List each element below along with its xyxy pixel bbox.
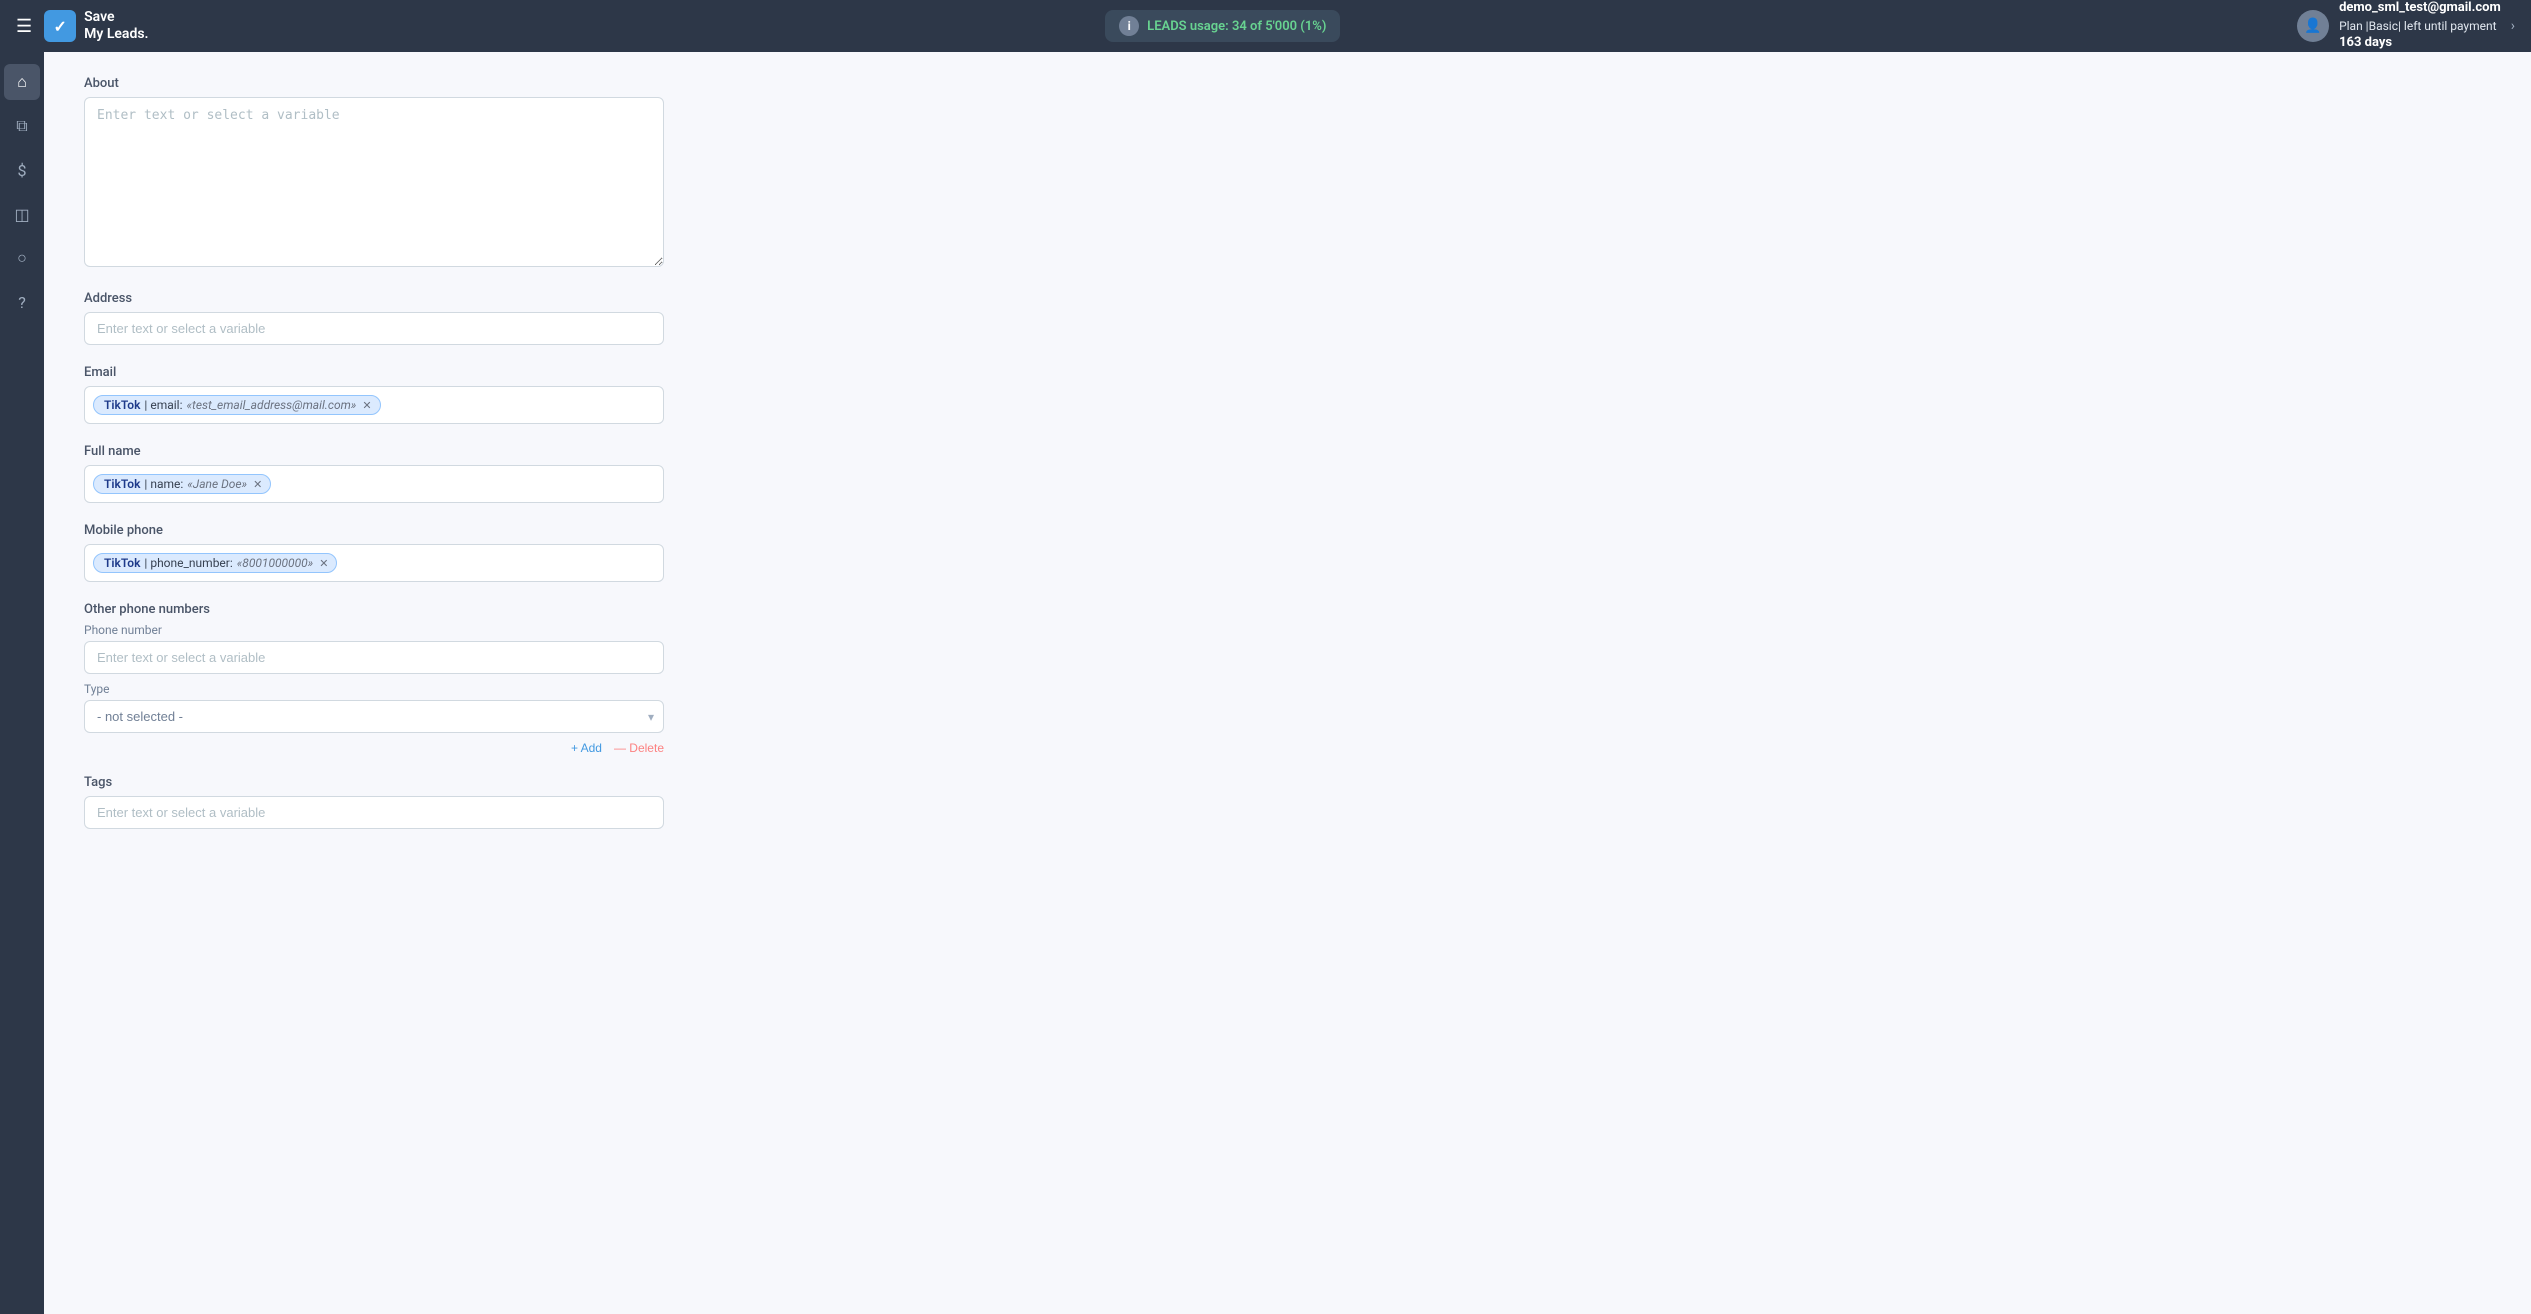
- about-input[interactable]: [84, 97, 664, 267]
- add-button[interactable]: + Add: [571, 741, 602, 755]
- mobilephone-tag-input[interactable]: TikTok | phone_number: «8001000000» ✕: [84, 544, 664, 582]
- address-input[interactable]: [84, 312, 664, 345]
- fullname-label: Full name: [84, 444, 904, 459]
- leads-usage-text: LEADS usage: 34 of 5'000 (1%): [1147, 19, 1326, 34]
- phone-group: Phone number: [84, 623, 904, 674]
- address-label: Address: [84, 291, 904, 306]
- address-section: Address: [84, 291, 904, 345]
- action-row: + Add — Delete: [84, 741, 664, 755]
- phone-number-sublabel: Phone number: [84, 623, 904, 637]
- header-left: ☰ ✓ Save My Leads.: [16, 9, 149, 43]
- type-select-container: - not selected - Mobile Home Work Other …: [84, 700, 664, 733]
- main-layout: ⌂ ⧉ $ ◫ ○ ? About Address Email: [0, 52, 2531, 1314]
- other-phones-label: Other phone numbers: [84, 602, 904, 617]
- fullname-tag-remove[interactable]: ✕: [253, 478, 262, 491]
- sidebar-item-templates[interactable]: ◫: [4, 196, 40, 232]
- fullname-tag-input[interactable]: TikTok | name: «Jane Doe» ✕: [84, 465, 664, 503]
- tags-input[interactable]: [84, 796, 664, 829]
- logo-check-icon: ✓: [44, 10, 76, 42]
- fullname-tag-chip: TikTok | name: «Jane Doe» ✕: [93, 474, 271, 494]
- mobilephone-tag-remove[interactable]: ✕: [319, 557, 328, 570]
- type-select[interactable]: - not selected - Mobile Home Work Other: [84, 700, 664, 733]
- fullname-section: Full name TikTok | name: «Jane Doe» ✕: [84, 444, 904, 503]
- sidebar-item-profile[interactable]: ○: [4, 240, 40, 276]
- content-area: About Address Email TikTok | email: «tes…: [44, 52, 2531, 1314]
- user-avatar: 👤: [2297, 10, 2329, 42]
- hamburger-icon[interactable]: ☰: [16, 16, 32, 37]
- header-right: 👤 demo_sml_test@gmail.com Plan |Basic| l…: [2297, 0, 2515, 53]
- delete-button[interactable]: — Delete: [614, 741, 664, 755]
- email-tag-input[interactable]: TikTok | email: «test_email_address@mail…: [84, 386, 664, 424]
- email-tag-chip: TikTok | email: «test_email_address@mail…: [93, 395, 381, 415]
- sidebar-item-billing[interactable]: $: [4, 152, 40, 188]
- sidebar-item-home[interactable]: ⌂: [4, 64, 40, 100]
- type-group: Type - not selected - Mobile Home Work O…: [84, 682, 904, 733]
- email-section: Email TikTok | email: «test_email_addres…: [84, 365, 904, 424]
- tags-label: Tags: [84, 775, 904, 790]
- email-label: Email: [84, 365, 904, 380]
- logo-text: Save My Leads.: [84, 9, 148, 43]
- leads-usage-widget: i LEADS usage: 34 of 5'000 (1%): [1105, 10, 1340, 42]
- logo-area: ✓ Save My Leads.: [44, 9, 148, 43]
- mobilephone-section: Mobile phone TikTok | phone_number: «800…: [84, 523, 904, 582]
- content-inner: About Address Email TikTok | email: «tes…: [44, 52, 944, 873]
- mobilephone-label: Mobile phone: [84, 523, 904, 538]
- email-tag-remove[interactable]: ✕: [362, 399, 371, 412]
- sidebar-item-help[interactable]: ?: [4, 284, 40, 320]
- other-phones-section: Other phone numbers Phone number Type - …: [84, 602, 904, 755]
- phone-number-input[interactable]: [84, 641, 664, 674]
- tags-section: Tags: [84, 775, 904, 829]
- about-label: About: [84, 76, 904, 91]
- user-info: demo_sml_test@gmail.com Plan |Basic| lef…: [2339, 0, 2501, 53]
- type-sublabel: Type: [84, 682, 904, 696]
- header: ☰ ✓ Save My Leads. i LEADS usage: 34 of …: [0, 0, 2531, 52]
- mobilephone-tag-chip: TikTok | phone_number: «8001000000» ✕: [93, 553, 337, 573]
- info-icon: i: [1119, 16, 1139, 36]
- chevron-right-icon: ›: [2511, 18, 2515, 34]
- about-section: About: [84, 76, 904, 271]
- sidebar: ⌂ ⧉ $ ◫ ○ ?: [0, 52, 44, 1314]
- sidebar-item-flows[interactable]: ⧉: [4, 108, 40, 144]
